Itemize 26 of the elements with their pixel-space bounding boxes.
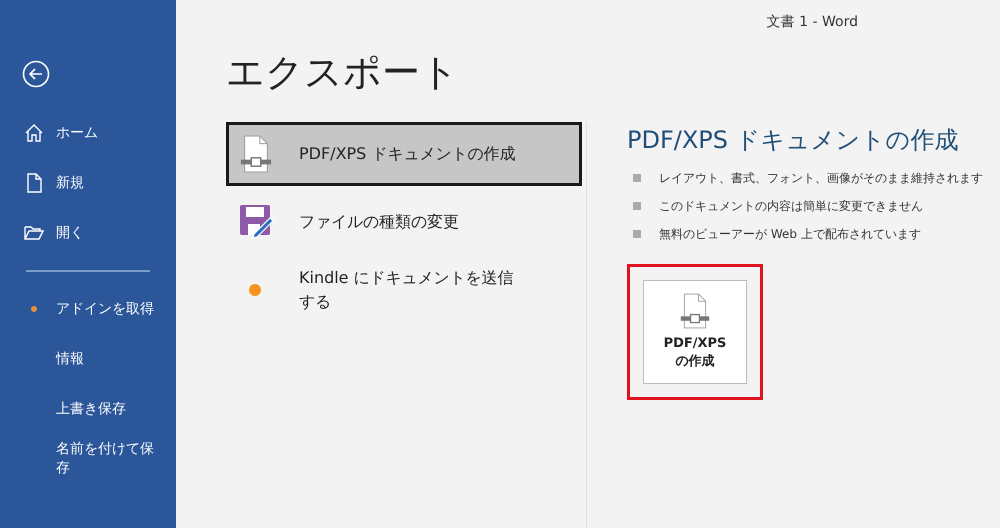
pdf-document-icon bbox=[239, 135, 273, 173]
home-icon bbox=[24, 123, 44, 143]
sidebar-item[interactable]: 情報 bbox=[56, 350, 156, 368]
bullet-icon bbox=[633, 202, 641, 210]
sidebar-item[interactable]: 名前を付けて保存 bbox=[56, 440, 156, 478]
sidebar-item[interactable]: アドインを取得 bbox=[56, 300, 156, 318]
sidebar-item[interactable]: 上書き保存 bbox=[56, 400, 156, 418]
sidebar-item[interactable]: ホーム bbox=[56, 124, 156, 142]
save-edit-icon bbox=[239, 204, 275, 240]
pdf-document-icon bbox=[679, 293, 711, 329]
export-option[interactable]: ファイルの種類の変更 bbox=[226, 190, 582, 254]
bullet-text: レイアウト、書式、フォント、画像がそのまま維持されます bbox=[659, 170, 983, 186]
detail-heading: PDF/XPS ドキュメントの作成 bbox=[627, 125, 960, 156]
bullet-icon bbox=[633, 230, 641, 238]
sidebar-item[interactable]: 新規 bbox=[56, 174, 156, 192]
page-title: エクスポート bbox=[226, 49, 460, 96]
export-option[interactable]: Kindle にドキュメントを送信する bbox=[226, 258, 582, 322]
create-pdf-button[interactable]: PDF/XPS の作成 bbox=[643, 280, 747, 384]
bullet-icon bbox=[633, 174, 641, 182]
bullet-text: このドキュメントの内容は簡単に変更できません bbox=[659, 198, 923, 214]
back-icon[interactable] bbox=[22, 60, 50, 88]
sidebar-item[interactable]: 開く bbox=[56, 224, 156, 242]
dot-icon bbox=[249, 284, 261, 296]
bullet-text: 無料のビューアーが Web 上で配布されています bbox=[659, 226, 921, 242]
window-title: 文書 1 - Word bbox=[766, 13, 858, 31]
export-option[interactable]: PDF/XPS ドキュメントの作成 bbox=[226, 122, 582, 186]
